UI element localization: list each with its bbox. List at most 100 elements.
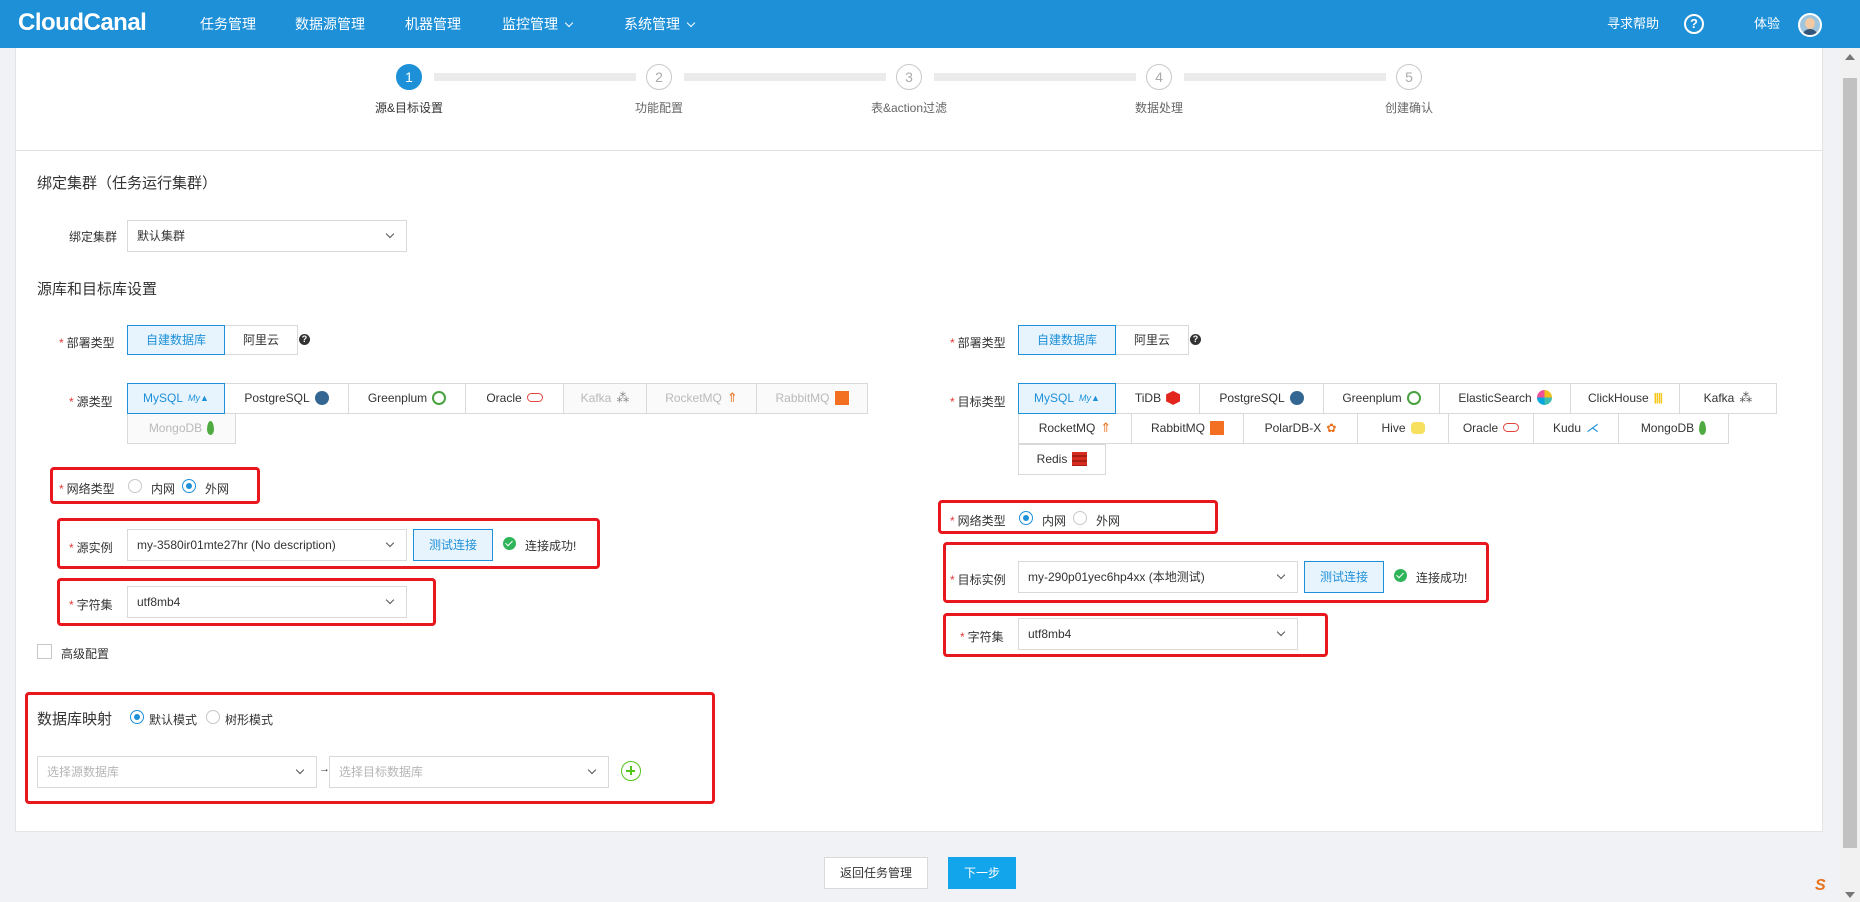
target-deploy-self-hosted[interactable]: 自建数据库: [1018, 325, 1117, 355]
source-network-internet-radio[interactable]: [182, 479, 196, 493]
step-connector: [684, 73, 886, 81]
avatar[interactable]: [1798, 13, 1822, 37]
mapping-source-db-select[interactable]: 选择源数据库: [37, 756, 317, 788]
target-type-rocketmq[interactable]: RocketMQ ⇑: [1018, 413, 1132, 444]
cluster-label: 绑定集群: [69, 230, 118, 244]
target-type-redis[interactable]: Redis: [1018, 444, 1106, 475]
avatar-face: [1805, 18, 1815, 29]
mapping-default-mode-label: 默认模式: [149, 713, 198, 727]
rabbitmq-icon: [1210, 420, 1225, 435]
help-circle-icon[interactable]: ?: [1684, 14, 1704, 34]
target-type-clickhouse[interactable]: ClickHouse ||||: [1570, 383, 1680, 414]
nav-datasource-management[interactable]: 数据源管理: [295, 0, 365, 48]
target-deploy-aliyun[interactable]: 阿里云: [1115, 325, 1190, 355]
advanced-config-checkbox[interactable]: [37, 644, 52, 659]
cluster-section-title: 绑定集群（任务运行集群）: [37, 175, 218, 192]
source-test-connection-button[interactable]: 测试连接: [413, 529, 493, 561]
source-type-mysql[interactable]: MySQL My▲: [127, 383, 225, 414]
source-charset-value: utf8mb4: [137, 595, 181, 609]
source-deploy-self-hosted[interactable]: 自建数据库: [127, 325, 226, 355]
mapping-default-mode-radio[interactable]: [130, 710, 144, 724]
target-instance-select[interactable]: my-290p01yec6hp4xx (本地测试): [1018, 561, 1298, 593]
target-charset-value: utf8mb4: [1028, 627, 1072, 641]
source-type-mongodb[interactable]: MongoDB: [127, 413, 236, 444]
help-link[interactable]: 寻求帮助: [1607, 0, 1659, 48]
source-network-internet-label: 外网: [205, 482, 230, 496]
target-type-kudu[interactable]: Kudu ⋌: [1533, 413, 1619, 444]
help-question-icon[interactable]: ?: [299, 334, 310, 345]
scroll-down-arrow-icon[interactable]: [1845, 892, 1855, 898]
add-mapping-plus-icon[interactable]: [621, 761, 641, 781]
source-type-rocketmq[interactable]: RocketMQ ⇑: [646, 383, 757, 414]
scroll-up-arrow-icon[interactable]: [1845, 54, 1855, 60]
target-type-mysql[interactable]: MySQL My▲: [1018, 383, 1116, 414]
target-test-connection-button[interactable]: 测试连接: [1304, 561, 1384, 593]
redis-icon: [1072, 451, 1088, 466]
help-question-icon[interactable]: ?: [1190, 334, 1201, 345]
source-network-intranet-radio[interactable]: [128, 479, 142, 493]
rocket-icon: ⇑: [726, 389, 738, 405]
target-type-rabbitmq[interactable]: RabbitMQ: [1131, 413, 1244, 444]
greenplum-icon: [1406, 390, 1421, 405]
step-4-circle: 4: [1146, 64, 1172, 90]
nav-monitor-label: 监控管理: [502, 16, 558, 32]
source-instance-select[interactable]: my-3580ir01mte27hr (No description): [127, 529, 407, 561]
target-type-kafka[interactable]: Kafka ⁂: [1679, 383, 1777, 414]
user-name[interactable]: 体验: [1754, 0, 1780, 48]
target-charset-select[interactable]: utf8mb4: [1018, 618, 1298, 650]
source-connection-success: 连接成功!: [525, 539, 577, 553]
avatar-body: [1802, 29, 1818, 35]
nav-machine-management[interactable]: 机器管理: [405, 0, 461, 48]
kafka-icon: ⁂: [1739, 389, 1753, 405]
target-type-tidb[interactable]: TiDB: [1115, 383, 1200, 414]
source-type-postgresql[interactable]: PostgreSQL: [224, 383, 349, 414]
source-network-intranet-label: 内网: [151, 482, 176, 496]
target-type-oracle[interactable]: Oracle: [1448, 413, 1534, 444]
source-deploy-aliyun[interactable]: 阿里云: [224, 325, 299, 355]
target-type-label: * 目标类型: [950, 395, 1006, 409]
target-network-intranet-radio[interactable]: [1019, 511, 1033, 525]
step-3-circle: 3: [896, 64, 922, 90]
source-type-oracle[interactable]: Oracle: [465, 383, 564, 414]
target-type-mongodb[interactable]: MongoDB: [1618, 413, 1729, 444]
source-charset-select[interactable]: utf8mb4: [127, 586, 407, 618]
source-type-greenplum[interactable]: Greenplum: [348, 383, 466, 414]
mapping-target-db-select[interactable]: 选择目标数据库: [329, 756, 609, 788]
chevron-down-icon: [1276, 570, 1286, 580]
steps-divider: [15, 150, 1823, 151]
step-5-circle: 5: [1396, 64, 1422, 90]
target-charset-label: * 字符集: [960, 630, 1004, 644]
kudu-antelope-icon: ⋌: [1586, 419, 1600, 435]
mysql-icon: My▲: [188, 392, 209, 403]
target-instance-value: my-290p01yec6hp4xx (本地测试): [1028, 570, 1205, 584]
back-to-task-management-button[interactable]: 返回任务管理: [824, 857, 928, 889]
target-instance-label: * 目标实例: [950, 573, 1006, 587]
source-type-rabbitmq[interactable]: RabbitMQ: [756, 383, 868, 414]
target-deploy-label: * 部署类型: [950, 336, 1006, 350]
polardb-icon: ✿: [1326, 420, 1337, 435]
source-instance-label: * 源实例: [69, 541, 113, 555]
target-network-intranet-label: 内网: [1042, 514, 1067, 528]
source-type-kafka[interactable]: Kafka ⁂: [563, 383, 647, 414]
nav-task-management[interactable]: 任务管理: [200, 0, 256, 48]
cloudcanal-logo[interactable]: CloudCanal: [18, 9, 147, 37]
target-type-greenplum[interactable]: Greenplum: [1323, 383, 1440, 414]
mapping-tree-mode-radio[interactable]: [206, 710, 220, 724]
kafka-icon: ⁂: [616, 389, 630, 405]
target-type-hive[interactable]: Hive: [1357, 413, 1449, 444]
target-type-postgresql[interactable]: PostgreSQL: [1199, 383, 1324, 414]
next-step-button[interactable]: 下一步: [948, 857, 1016, 889]
scrollbar-thumb[interactable]: [1843, 78, 1857, 848]
target-type-polardb-x[interactable]: PolarDB-X ✿: [1243, 413, 1358, 444]
nav-system-management[interactable]: 系统管理: [624, 0, 696, 48]
target-network-internet-radio[interactable]: [1073, 511, 1087, 525]
oracle-icon: [526, 393, 543, 403]
step-connector: [934, 73, 1136, 81]
chevron-down-icon: [385, 595, 395, 605]
target-type-elasticsearch[interactable]: ElasticSearch: [1439, 383, 1571, 414]
sogou-input-icon[interactable]: S: [1815, 877, 1837, 899]
nav-monitor-management[interactable]: 监控管理: [502, 0, 574, 48]
source-type-label: * 源类型: [69, 395, 113, 409]
tidb-icon: [1166, 390, 1181, 405]
cluster-select[interactable]: 默认集群: [127, 220, 407, 252]
